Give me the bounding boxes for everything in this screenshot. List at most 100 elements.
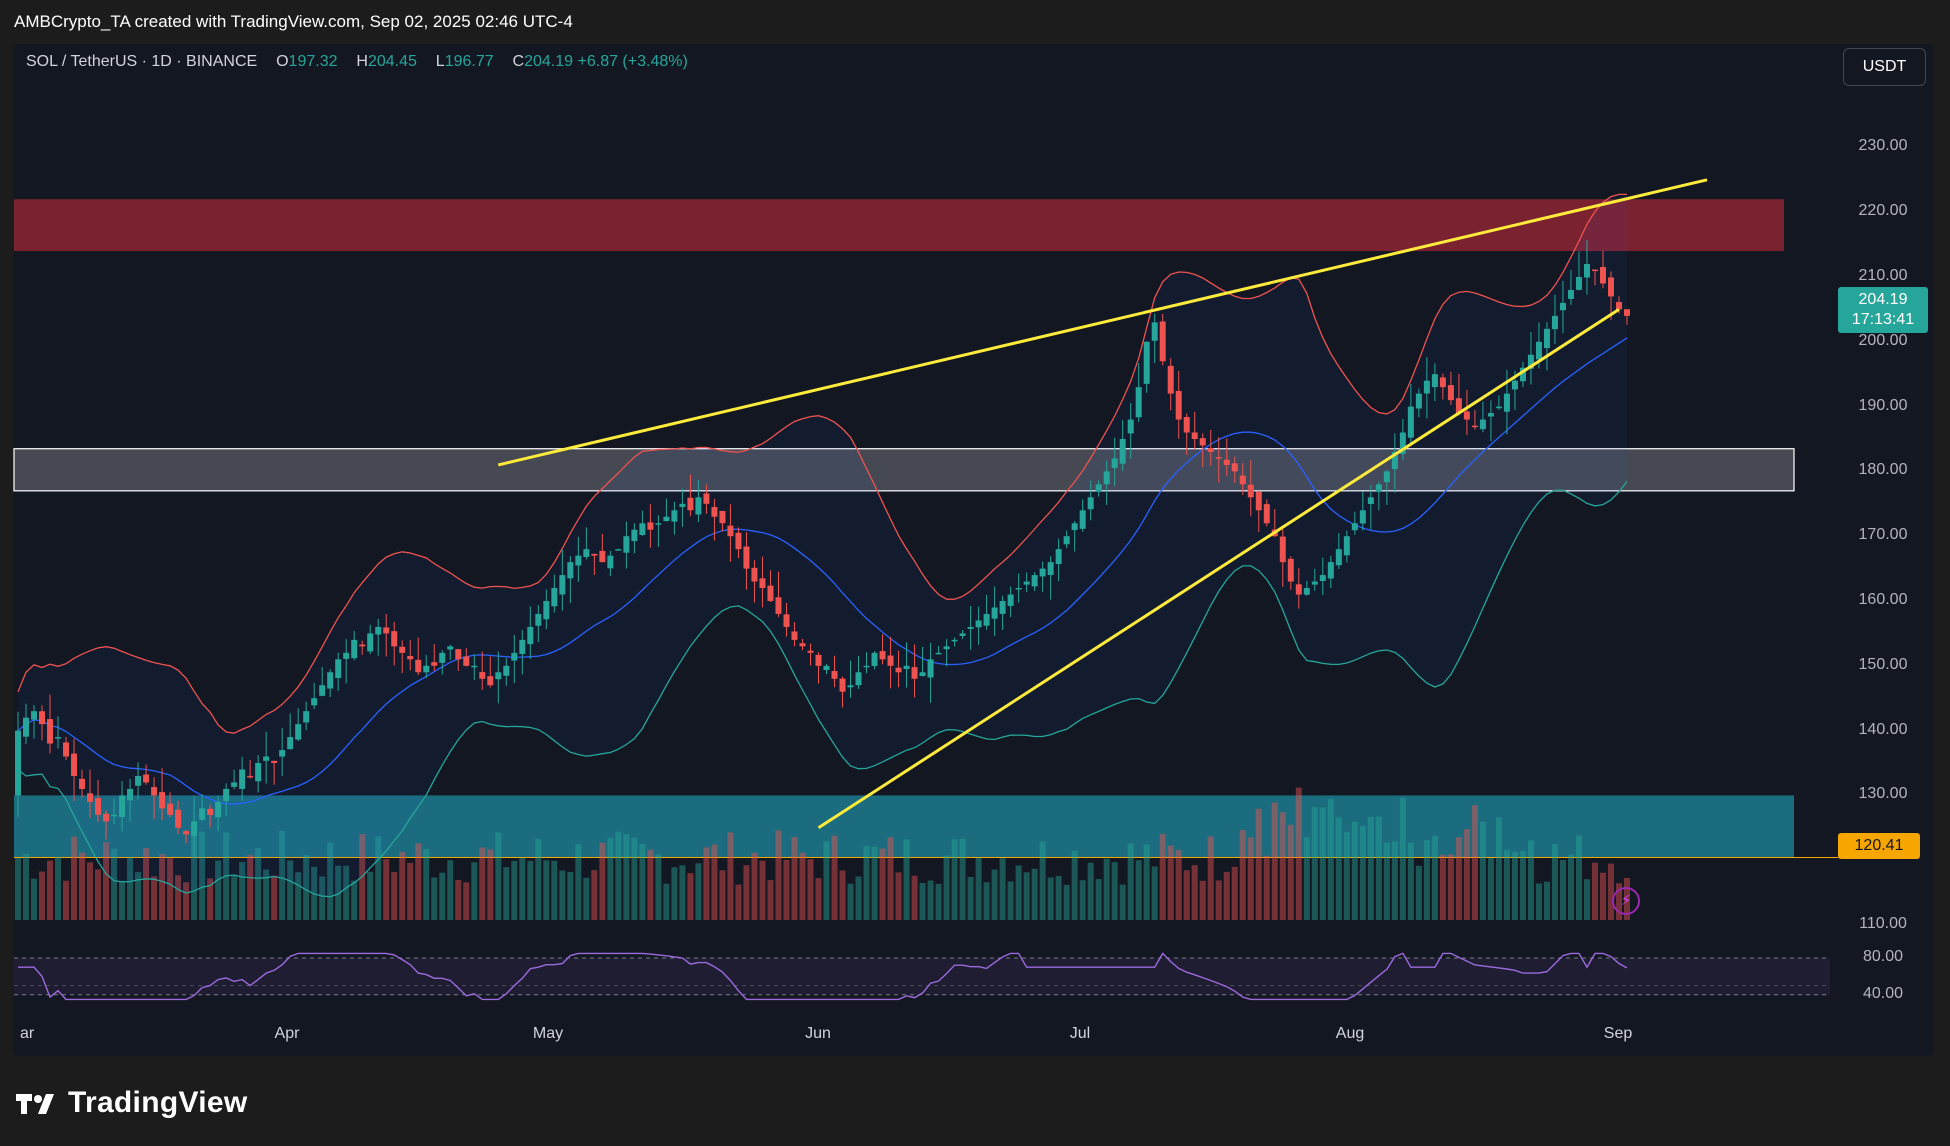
- candle-body: [287, 737, 294, 750]
- volume-bar: [1191, 865, 1198, 920]
- symbol-legend: SOL / TetherUS · 1D · BINANCE O197.32 H2…: [26, 53, 688, 71]
- candle-body: [647, 522, 654, 530]
- volume-bar: [935, 883, 942, 920]
- candle-body: [31, 711, 38, 720]
- volume-bar: [1263, 855, 1270, 920]
- volume-bar: [927, 880, 934, 920]
- volume-bar: [351, 880, 358, 920]
- candle-body: [351, 639, 358, 659]
- candle-body: [1463, 411, 1470, 420]
- candle-body: [975, 620, 982, 628]
- volume-bar: [423, 849, 430, 920]
- volume-bar: [1423, 840, 1430, 920]
- volume-bar: [839, 870, 846, 920]
- volume-bar: [1055, 875, 1062, 920]
- candle-body: [1167, 365, 1174, 394]
- last-price-value: 204.19: [1858, 291, 1908, 308]
- time-axis-label: May: [532, 1025, 564, 1042]
- volume-bar: [1319, 807, 1326, 920]
- countdown-timer: 17:13:41: [1851, 311, 1915, 328]
- volume-bar: [1095, 879, 1102, 920]
- volume-bar: [831, 835, 838, 920]
- candle-body: [1343, 536, 1350, 556]
- candle-body: [911, 667, 918, 679]
- candle-body: [943, 646, 950, 650]
- candle-body: [471, 665, 478, 668]
- volume-bar: [919, 882, 926, 920]
- candle-body: [631, 529, 638, 542]
- candle-body: [447, 646, 454, 650]
- candle-body: [959, 633, 966, 636]
- time-axis-label: Jun: [805, 1025, 831, 1042]
- volume-bar: [1559, 859, 1566, 920]
- tradingview-logo[interactable]: TradingView: [16, 1086, 247, 1120]
- candle-body: [543, 601, 550, 620]
- volume-bar: [1519, 851, 1526, 920]
- candle-body: [439, 652, 446, 663]
- volume-bar: [783, 859, 790, 920]
- candle-body: [1143, 341, 1150, 384]
- candle-body: [1047, 562, 1054, 576]
- candle-body: [1607, 277, 1614, 297]
- volume-bar: [1503, 849, 1510, 920]
- candle-body: [583, 549, 590, 557]
- candle-body: [463, 656, 470, 666]
- candle-body: [511, 652, 518, 661]
- price-chart[interactable]: [0, 0, 1950, 1146]
- candle-body: [639, 523, 646, 535]
- volume-bar: [383, 859, 390, 920]
- legend-symbol[interactable]: SOL / TetherUS · 1D · BINANCE: [26, 53, 257, 70]
- volume-bar: [1463, 829, 1470, 920]
- volume-bar: [743, 865, 750, 920]
- volume-bar: [39, 871, 46, 920]
- candle-body: [1495, 406, 1502, 409]
- candle-body: [1111, 458, 1118, 468]
- volume-bar: [391, 872, 398, 920]
- candle-body: [1023, 581, 1030, 585]
- logo-text: TradingView: [68, 1086, 248, 1119]
- lightning-bolt-icon[interactable]: ⚡: [1612, 887, 1640, 915]
- candle-body: [855, 672, 862, 686]
- candle-body: [1175, 390, 1182, 420]
- volume-bar: [983, 882, 990, 920]
- candle-body: [935, 652, 942, 655]
- candle-body: [759, 578, 766, 589]
- candle-body: [159, 792, 166, 809]
- volume-bar: [1247, 837, 1254, 920]
- candle-body: [1127, 419, 1134, 434]
- volume-bar: [1415, 865, 1422, 920]
- price-axis-label: 190.00: [1858, 396, 1908, 414]
- candle-body: [1087, 497, 1094, 510]
- volume-bar: [1159, 833, 1166, 920]
- currency-button[interactable]: USDT: [1843, 48, 1926, 86]
- volume-bar: [119, 880, 126, 920]
- volume-bar: [1215, 880, 1222, 920]
- candle-body: [671, 510, 678, 522]
- candle-body: [231, 782, 238, 787]
- candle-body: [1503, 393, 1510, 412]
- candle-body: [1327, 562, 1334, 579]
- time-axis-label: ar: [20, 1025, 35, 1042]
- candle-body: [1487, 413, 1494, 417]
- volume-bar: [975, 857, 982, 920]
- volume-bar: [1023, 872, 1030, 920]
- candle-body: [255, 763, 262, 782]
- volume-bar: [471, 862, 478, 920]
- legend-high-label: H: [356, 53, 368, 70]
- legend-low-value: 196.77: [444, 53, 494, 70]
- volume-bar: [767, 880, 774, 920]
- volume-bar: [439, 872, 446, 920]
- candle-body: [1447, 385, 1454, 401]
- candle-body: [783, 614, 790, 627]
- volume-bar: [399, 851, 406, 920]
- volume-bar: [87, 862, 94, 920]
- volume-bar: [495, 832, 502, 920]
- volume-bar: [1399, 797, 1406, 920]
- volume-bar: [775, 830, 782, 920]
- candle-body: [1255, 491, 1262, 511]
- volume-bar: [31, 878, 38, 920]
- volume-bar: [367, 871, 374, 920]
- candle-body: [151, 787, 158, 796]
- candle-body: [407, 656, 414, 660]
- candle-body: [591, 553, 598, 556]
